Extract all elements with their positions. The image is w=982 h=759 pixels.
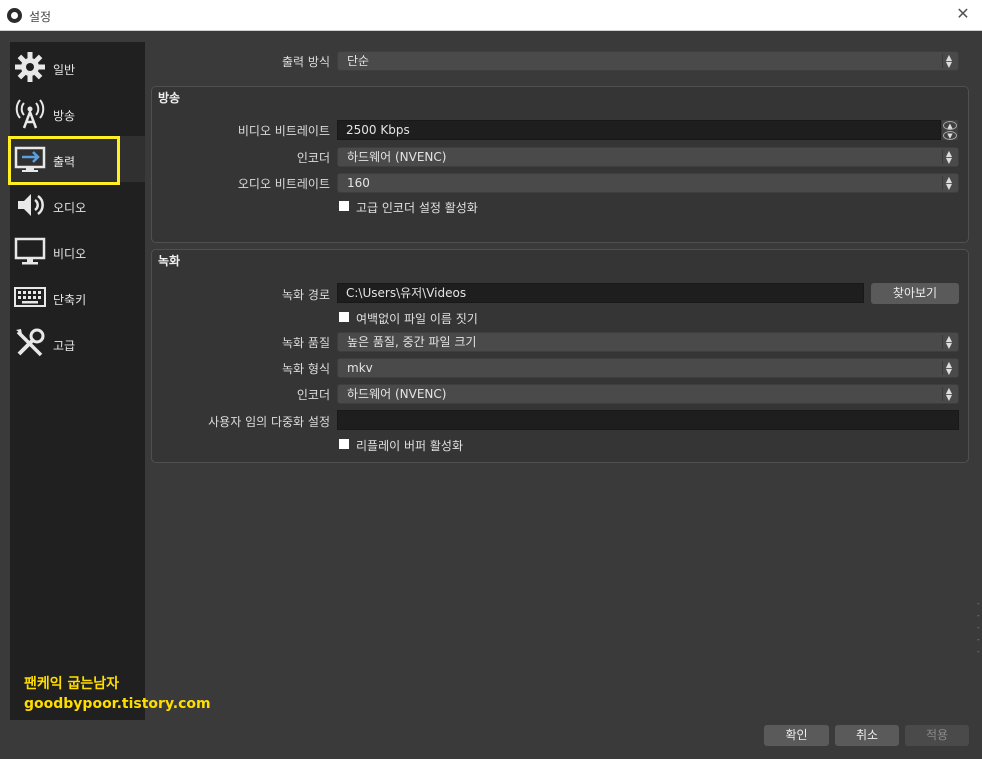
sidebar-item-label: 일반 — [53, 63, 76, 77]
spin-down-icon[interactable]: ▼ — [943, 131, 957, 140]
checkbox-box[interactable] — [339, 439, 349, 449]
sidebar-item-label: 출력 — [53, 155, 76, 169]
video-bitrate-spinner[interactable]: ▲ ▼ — [942, 120, 958, 140]
cancel-button[interactable]: 취소 — [835, 725, 899, 746]
watermark: 팬케익 굽는남자 goodbypoor.tistory.com — [24, 674, 211, 714]
sidebar-item-label: 오디오 — [53, 201, 87, 215]
title-bar: 설정 ✕ — [0, 0, 982, 31]
recording-path-input[interactable]: C:\Users\유저\Videos — [337, 283, 864, 303]
sidebar-item-audio[interactable]: 오디오 — [10, 182, 145, 228]
sidebar-item-advanced[interactable]: 고급 — [10, 320, 145, 366]
broadcast-icon — [15, 99, 45, 129]
checkbox-label: 고급 인코더 설정 활성화 — [356, 201, 478, 215]
sidebar-item-hotkeys[interactable]: 단축키 — [10, 274, 145, 320]
recording-quality-label: 녹화 품질 — [282, 336, 330, 350]
updown-icon: ▲ ▼ — [942, 335, 955, 350]
output-icon — [14, 146, 46, 172]
updown-icon: ▲ ▼ — [942, 54, 955, 69]
updown-icon: ▲ ▼ — [942, 150, 955, 165]
checkbox-label: 리플레이 버퍼 활성화 — [356, 439, 463, 453]
checkbox-box[interactable] — [339, 201, 349, 211]
obs-logo-icon — [7, 8, 22, 23]
updown-icon: ▲ ▼ — [942, 176, 955, 191]
tools-icon — [16, 328, 45, 357]
recording-encoder-label: 인코더 — [296, 388, 330, 402]
recording-path-label: 녹화 경로 — [282, 288, 330, 302]
resize-grip-icon: ----- — [976, 599, 980, 657]
streaming-group-title: 방송 — [158, 91, 181, 105]
recording-format-value: mkv — [347, 361, 373, 375]
audio-bitrate-value: 160 — [347, 176, 370, 190]
stream-encoder-select[interactable]: 하드웨어 (NVENC) ▲ ▼ — [337, 147, 959, 167]
sidebar-item-output[interactable]: 출력 — [10, 136, 145, 182]
checkbox-label: 여백없이 파일 이름 짓기 — [356, 312, 478, 326]
audio-bitrate-select[interactable]: 160 ▲ ▼ — [337, 173, 959, 193]
sidebar-item-stream[interactable]: 방송 — [10, 90, 145, 136]
close-icon[interactable]: ✕ — [954, 5, 972, 23]
checkbox-box[interactable] — [339, 312, 349, 322]
watermark-line1: 팬케익 굽는남자 — [24, 676, 120, 692]
recording-group: 녹화 — [151, 249, 969, 463]
keyboard-icon — [14, 287, 46, 307]
sidebar-item-video[interactable]: 비디오 — [10, 228, 145, 274]
recording-format-select[interactable]: mkv ▲ ▼ — [337, 358, 959, 378]
sidebar-item-label: 고급 — [53, 339, 76, 353]
output-mode-label: 출력 방식 — [282, 55, 330, 69]
spin-up-icon[interactable]: ▲ — [943, 121, 957, 130]
stream-encoder-value: 하드웨어 (NVENC) — [347, 150, 447, 164]
watermark-line2: goodbypoor.tistory.com — [24, 696, 211, 712]
sidebar-item-label: 방송 — [53, 109, 76, 123]
monitor-icon — [14, 237, 46, 265]
stream-encoder-label: 인코더 — [296, 151, 330, 165]
recording-encoder-value: 하드웨어 (NVENC) — [347, 387, 447, 401]
apply-button[interactable]: 적용 — [905, 725, 969, 746]
sidebar-item-general[interactable]: 일반 — [10, 44, 145, 90]
speaker-icon — [18, 194, 44, 216]
browse-button[interactable]: 찾아보기 — [871, 283, 959, 304]
custom-muxer-label: 사용자 임의 다중화 설정 — [208, 415, 330, 429]
recording-group-title: 녹화 — [158, 254, 181, 268]
ok-button[interactable]: 확인 — [764, 725, 829, 746]
window-title: 설정 — [29, 10, 52, 24]
sidebar-item-label: 비디오 — [53, 247, 87, 261]
settings-sidebar: 일반 방송 출력 오디오 비디오 단축키 고급 — [10, 42, 145, 720]
recording-quality-select[interactable]: 높은 품질, 중간 파일 크기 ▲ ▼ — [337, 332, 959, 352]
video-bitrate-input[interactable]: 2500 Kbps — [337, 120, 941, 140]
output-mode-value: 단순 — [347, 54, 370, 68]
audio-bitrate-label: 오디오 비트레이트 — [237, 177, 330, 191]
recording-quality-value: 높은 품질, 중간 파일 크기 — [347, 335, 477, 349]
custom-muxer-input[interactable] — [337, 410, 959, 430]
recording-format-label: 녹화 형식 — [282, 362, 330, 376]
updown-icon: ▲ ▼ — [942, 387, 955, 402]
recording-encoder-select[interactable]: 하드웨어 (NVENC) ▲ ▼ — [337, 384, 959, 404]
video-bitrate-label: 비디오 비트레이트 — [237, 124, 330, 138]
updown-icon: ▲ ▼ — [942, 361, 955, 376]
sidebar-item-label: 단축키 — [53, 293, 87, 307]
gear-icon — [15, 52, 45, 82]
output-mode-select[interactable]: 단순 ▲ ▼ — [337, 51, 959, 71]
